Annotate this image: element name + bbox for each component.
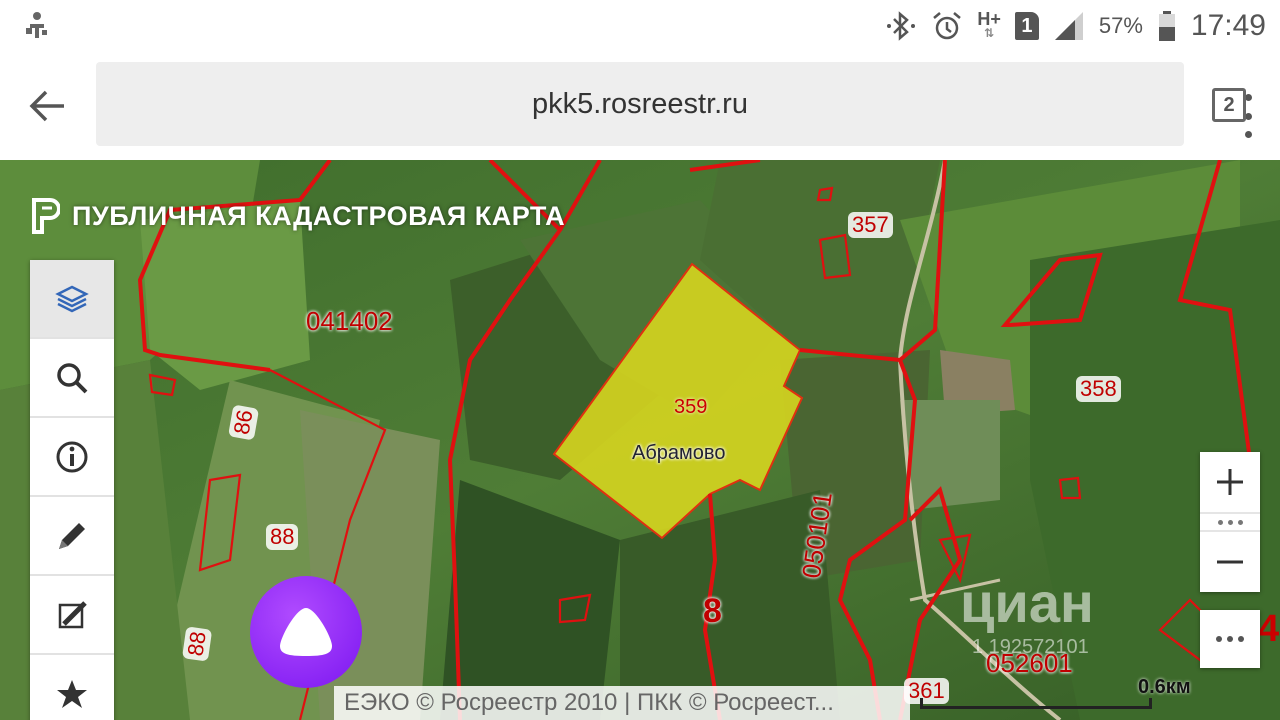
parcel-label-88-rotated: 88	[182, 625, 213, 662]
layers-button[interactable]	[30, 260, 114, 339]
plus-icon	[1217, 469, 1243, 495]
url-text[interactable]: pkk5.rosreestr.ru	[96, 88, 1184, 121]
favorites-button[interactable]	[30, 655, 114, 720]
parcel-label-86: 86	[228, 404, 260, 441]
clock: 17:49	[1190, 9, 1266, 42]
parcel-label-edge: 4	[1258, 608, 1280, 650]
parcel-label-357: 357	[848, 212, 893, 238]
alice-icon	[280, 608, 332, 656]
parcel-label-359[interactable]: 359	[674, 396, 707, 419]
battery-icon	[1158, 11, 1175, 41]
zoom-out-button[interactable]	[1200, 532, 1260, 592]
cian-watermark: циан	[960, 571, 1094, 634]
map-attribution: ЕЭКО © Росреестр 2010 | ПКК © Росреест..…	[334, 686, 910, 720]
browser-toolbar: pkk5.rosreestr.ru 2	[0, 52, 1280, 160]
map-brand: ПУБЛИЧНАЯ КАДАСТРОВАЯ КАРТА	[30, 196, 565, 236]
measure-icon	[58, 600, 87, 628]
battery-percent: 57%	[1098, 13, 1143, 38]
star-icon	[57, 679, 87, 708]
draw-button[interactable]	[30, 497, 114, 576]
zoom-more-handle[interactable]	[1200, 512, 1260, 532]
minus-icon	[1217, 560, 1243, 564]
status-bar: H+ ⇅ 1 57% 17:49	[0, 0, 1280, 52]
info-button[interactable]	[30, 418, 114, 497]
village-label: Абрамово	[632, 442, 726, 464]
signal-icon	[1054, 12, 1083, 40]
measure-button[interactable]	[30, 576, 114, 655]
map-title: ПУБЛИЧНАЯ КАДАСТРОВАЯ КАРТА	[72, 200, 566, 231]
tab-switcher-button[interactable]: 2	[1212, 88, 1246, 122]
zoom-in-button[interactable]	[1200, 452, 1260, 512]
more-options-button[interactable]	[1200, 610, 1260, 668]
alarm-icon	[933, 12, 962, 40]
quarter-label-041402: 041402	[306, 306, 393, 336]
cadastral-map[interactable]: ПУБЛИЧНАЯ КАДАСТРОВАЯ КАРТА 041402 357 3…	[0, 160, 1280, 720]
url-bar[interactable]: pkk5.rosreestr.ru	[96, 62, 1252, 146]
map-scale: 0.6км	[920, 676, 1191, 716]
rosreestr-logo-icon	[32, 198, 60, 234]
bluetooth-icon	[887, 11, 916, 41]
alice-assistant-button[interactable]	[250, 576, 362, 688]
map-toolbar	[30, 260, 114, 720]
layers-icon	[55, 285, 89, 312]
cian-watermark-id: 1 192572101	[972, 636, 1089, 658]
search-icon	[57, 362, 88, 393]
scale-label: 0.6км	[1138, 676, 1191, 698]
usb-debug-icon	[26, 12, 47, 38]
network-h-plus-icon: H+ ⇅	[977, 9, 1001, 40]
zoom-controls	[1200, 452, 1260, 592]
back-arrow-icon[interactable]	[26, 84, 70, 128]
info-icon	[56, 441, 88, 472]
scale-bar	[920, 698, 1152, 709]
parcel-label-358: 358	[1076, 376, 1121, 402]
pencil-icon	[59, 522, 85, 549]
parcel-label-8: 8	[703, 592, 722, 630]
sim-icon: 1	[1014, 12, 1039, 40]
search-button[interactable]	[30, 339, 114, 418]
parcel-label-88: 88	[266, 524, 299, 550]
